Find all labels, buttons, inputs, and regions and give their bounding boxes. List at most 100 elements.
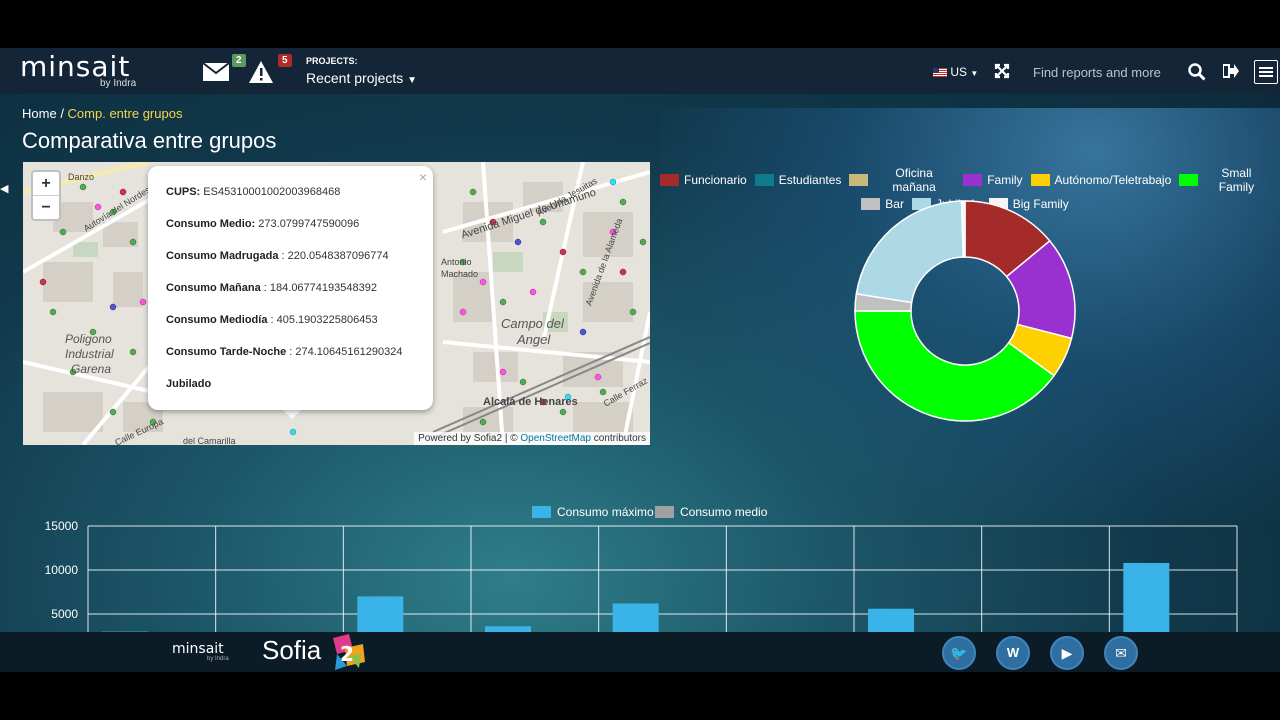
consumo-mediodia-label: Consumo Mediodía	[166, 314, 268, 326]
consumo-tarde-value: : 274.10645161290324	[289, 346, 403, 358]
popup-tarde-row: Consumo Tarde-Noche : 274.10645161290324	[166, 346, 402, 358]
chevron-down-icon: ▼	[970, 69, 979, 78]
popup-close-button[interactable]: ×	[419, 169, 427, 185]
street-label: del Camarilla	[183, 436, 236, 445]
envelope-icon[interactable]	[202, 62, 230, 87]
donut-slice-jubilado[interactable]	[855, 200, 965, 304]
street-label: Danzo	[68, 172, 95, 182]
email-icon[interactable]: ✉	[1104, 636, 1138, 670]
donut-chart[interactable]	[850, 198, 1080, 428]
map-attribution: Powered by Sofia2 | © OpenStreetMap cont…	[414, 432, 650, 445]
twitter-icon[interactable]: 🐦	[942, 636, 976, 670]
legend-swatch	[1179, 174, 1198, 186]
legend-item[interactable]: Family	[963, 166, 1023, 194]
attribution-text: Powered by Sofia2 | ©	[418, 433, 518, 444]
legend-swatch	[849, 174, 868, 186]
map-place-label: Industrial	[65, 347, 114, 361]
sidebar-toggle-icon[interactable]: ◀	[0, 182, 8, 195]
popup-manana-row: Consumo Mañana : 184.06774193548392	[166, 282, 377, 294]
footer-minsait-logo: minsait	[172, 641, 224, 657]
consumo-madrugada-label: Consumo Madrugada	[166, 250, 279, 262]
search-icon[interactable]	[1188, 63, 1206, 86]
popup-medio-row: Consumo Medio: 273.0799747590096	[166, 218, 359, 230]
bar-chart-area: Consumo máximoConsumo medio0500010000150…	[0, 448, 1280, 672]
map-place-label: Poligono	[65, 332, 112, 346]
projects-label: PROJECTS:	[306, 56, 358, 66]
footer: minsait by Indra Sofia 2 🐦 W ▶ ✉	[0, 632, 1280, 672]
legend-swatch	[963, 174, 983, 186]
legend-label: Estudiantes	[778, 173, 842, 187]
youtube-icon[interactable]: ▶	[1050, 636, 1084, 670]
legend-item[interactable]: Estudiantes	[754, 166, 842, 194]
recent-projects-dropdown[interactable]: Recent projects ▼	[306, 70, 417, 86]
sofia2-mark-icon: 2	[332, 634, 365, 670]
consumo-madrugada-value: : 220.0548387096774	[281, 250, 389, 262]
map-widget[interactable]: Danzo Autovía del Nordeste Avenida Migue…	[23, 162, 650, 445]
bar-legend-swatch[interactable]	[532, 506, 551, 518]
zoom-out-button[interactable]: −	[33, 196, 59, 219]
legend-label: Small Family	[1218, 166, 1255, 194]
zoom-in-button[interactable]: +	[33, 172, 59, 196]
logout-icon[interactable]	[1222, 64, 1239, 83]
y-tick-label: 15000	[45, 519, 79, 533]
legend-label: Oficina mañana	[892, 166, 936, 194]
bar-chart[interactable]: Consumo máximoConsumo medio0500010000150…	[0, 448, 1280, 672]
chevron-down-icon: ▼	[407, 75, 418, 86]
footer-logo-sub: by Indra	[207, 656, 229, 662]
consumo-manana-value: : 184.06774193548392	[263, 282, 377, 294]
bar-legend-label[interactable]: Consumo medio	[680, 505, 768, 519]
breadcrumb-home[interactable]: Home	[22, 106, 57, 121]
consumo-manana-label: Consumo Mañana	[166, 282, 261, 294]
map-place-label: Angel	[517, 332, 551, 347]
legend-label: Funcionario	[684, 173, 747, 187]
language-selector[interactable]: US ▼	[933, 65, 978, 79]
popup-group-row: Jubilado	[166, 378, 211, 390]
recent-projects-label: Recent projects	[306, 70, 404, 86]
popup-madrugada-row: Consumo Madrugada : 220.0548387096774	[166, 250, 389, 262]
legend-swatch	[660, 174, 679, 186]
messages-badge: 2	[232, 54, 246, 67]
search-input[interactable]	[1033, 65, 1173, 80]
y-tick-label: 5000	[51, 607, 78, 621]
map-place-label: Alcalá de Henares	[483, 396, 578, 408]
bar-max-big-family[interactable]	[1123, 562, 1170, 658]
legend-item[interactable]: Oficina mañana	[849, 166, 955, 194]
legend-item[interactable]: Autónomo/Teletrabajo	[1030, 166, 1171, 194]
y-tick-label: 10000	[45, 563, 79, 577]
alert-icon[interactable]	[248, 60, 274, 89]
breadcrumb-separator: /	[60, 106, 68, 121]
svg-text:2: 2	[340, 642, 354, 666]
bar-legend-label[interactable]: Consumo máximo	[557, 505, 654, 519]
sofia-brand-text: Sofia	[262, 634, 322, 665]
legend-swatch	[1030, 174, 1050, 186]
wordpress-icon[interactable]: W	[996, 636, 1030, 670]
consumo-mediodia-value: : 405.1903225806453	[270, 314, 378, 326]
app-frame: minsait by Indra 2 5 PROJECTS: Recent pr…	[0, 48, 1280, 672]
menu-icon[interactable]	[1254, 60, 1278, 84]
legend-label: Family	[987, 173, 1023, 187]
openstreetmap-link[interactable]: OpenStreetMap	[520, 433, 591, 444]
top-navbar: minsait by Indra 2 5 PROJECTS: Recent pr…	[0, 48, 1280, 94]
language-label: US	[950, 65, 968, 79]
logo-subtitle: by Indra	[100, 78, 137, 89]
group-name: Jubilado	[166, 378, 212, 390]
breadcrumb-current[interactable]: Comp. entre grupos	[68, 106, 183, 121]
sofia2-logo: Sofia 2	[262, 634, 365, 670]
popup-cups-row: CUPS: ES4531000100200396846​8	[166, 186, 340, 198]
consumo-medio-label: Consumo Medio:	[166, 218, 256, 230]
legend-item[interactable]: Funcionario	[660, 166, 747, 194]
fullscreen-icon[interactable]	[994, 63, 1010, 84]
map-zoom-control: + −	[31, 170, 61, 221]
popup-mediodia-row: Consumo Mediodía : 405.1903225806453	[166, 314, 378, 326]
legend-item[interactable]: Small Family	[1179, 166, 1270, 194]
consumo-tarde-label: Consumo Tarde-Noche	[166, 346, 287, 358]
page-title: Comparativa entre grupos	[22, 128, 277, 153]
legend-swatch	[754, 174, 774, 186]
legend-row: Funcionario Estudiantes Oficina mañana Fami…	[660, 166, 1270, 194]
us-flag-icon	[933, 68, 947, 78]
cups-value: ES4531000100200396846​8	[203, 186, 341, 198]
attribution-suffix: contributors	[593, 433, 646, 444]
bar-legend-swatch[interactable]	[655, 506, 674, 518]
map-place-label: Garena	[71, 362, 112, 376]
street-label: Machado	[441, 269, 479, 279]
